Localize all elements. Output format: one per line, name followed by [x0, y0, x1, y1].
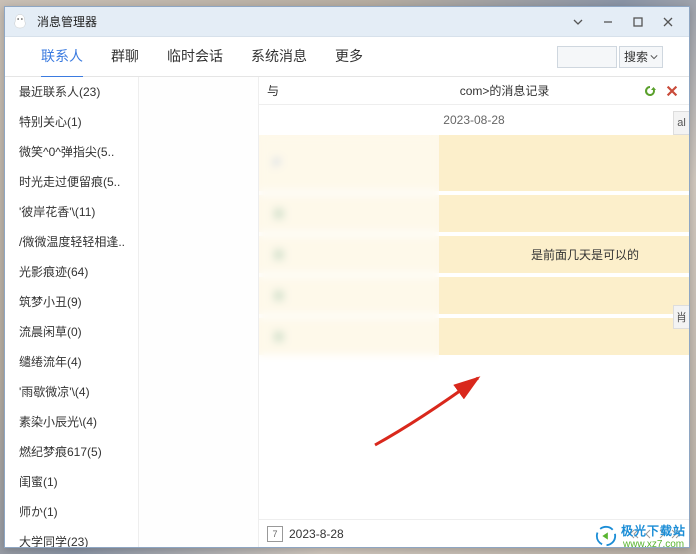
tab-more[interactable]: 更多	[335, 36, 363, 78]
message-row[interactable]: 故	[259, 318, 689, 355]
maximize-button[interactable]	[623, 12, 653, 32]
chat-header-prefix: 与	[267, 84, 279, 98]
sidebar-item[interactable]: 筑梦小丑(9)	[5, 287, 138, 317]
calendar-icon[interactable]: 7	[267, 526, 283, 542]
sidebar-item[interactable]: 燃纪梦痕617(5)	[5, 437, 138, 467]
close-button[interactable]	[653, 12, 683, 32]
message-manager-window: 消息管理器 联系人 群聊 临时会话 系统消息 更多 搜索 最近联系人(23)特别…	[4, 6, 690, 548]
delete-icon[interactable]	[663, 82, 681, 100]
footer-date: 2023-8-28	[289, 527, 344, 541]
sidebar-item[interactable]: 素染小辰光\(4)	[5, 407, 138, 437]
sidebar-item[interactable]: '雨歇微凉'\(4)	[5, 377, 138, 407]
sidebar-item[interactable]: 光影痕迹(64)	[5, 257, 138, 287]
messages-list: P故故是前面几天是可以的故故	[259, 135, 689, 519]
tabbar: 联系人 群聊 临时会话 系统消息 更多 搜索	[5, 37, 689, 77]
search-button-label: 搜索	[624, 48, 648, 65]
message-row[interactable]: 故 是前面几天是可以的	[259, 236, 689, 273]
minimize-button[interactable]	[593, 12, 623, 32]
watermark-text-cn: 极光下载站	[621, 522, 686, 539]
sidebar-item[interactable]: 微笑^0^弹指尖(5..	[5, 137, 138, 167]
chat-header-suffix: com>的消息记录	[460, 84, 550, 98]
chat-date-divider: 2023-08-28	[259, 105, 689, 135]
titlebar: 消息管理器	[5, 7, 689, 37]
message-row[interactable]: 故	[259, 195, 689, 232]
message-sender: 故	[273, 246, 285, 263]
category-sidebar[interactable]: 最近联系人(23)特别关心(1)微笑^0^弹指尖(5..时光走过便留痕(5..'…	[5, 77, 139, 547]
app-icon	[11, 13, 29, 31]
window-title: 消息管理器	[37, 13, 563, 30]
sidebar-item[interactable]: 缱绻流年(4)	[5, 347, 138, 377]
refresh-icon[interactable]	[641, 82, 659, 100]
search-button[interactable]: 搜索	[619, 46, 663, 68]
sidebar-item[interactable]: 流晨闲草(0)	[5, 317, 138, 347]
search-input[interactable]	[557, 46, 617, 68]
sidebar-item[interactable]: 师か(1)	[5, 497, 138, 527]
message-body: 是前面几天是可以的	[531, 246, 679, 263]
sidebar-item[interactable]: 时光走过便留痕(5..	[5, 167, 138, 197]
sidebar-item[interactable]: 特别关心(1)	[5, 107, 138, 137]
chat-header-text: 与 xxxxxxxxxxxxxxxxxxxxxxxxxxxxx com>的消息记…	[267, 82, 637, 99]
chat-header: 与 xxxxxxxxxxxxxxxxxxxxxxxxxxxxx com>的消息记…	[259, 77, 689, 105]
tab-system-msgs[interactable]: 系统消息	[251, 36, 307, 78]
message-sender: 故	[273, 328, 285, 345]
search-area: 搜索	[557, 46, 663, 68]
message-sender: 故	[273, 287, 285, 304]
edge-tab-top[interactable]: al	[673, 111, 689, 135]
watermark: 极光下载站 www.xz7.com	[595, 522, 686, 550]
tab-groups[interactable]: 群聊	[111, 36, 139, 78]
tab-contacts[interactable]: 联系人	[41, 36, 83, 78]
sidebar-item[interactable]: '彼岸花香'\(11)	[5, 197, 138, 227]
chat-panel: 与 xxxxxxxxxxxxxxxxxxxxxxxxxxxxx com>的消息记…	[259, 77, 689, 547]
message-sender: 故	[273, 205, 285, 222]
sidebar-item[interactable]: /微微温度轻轻相逢..	[5, 227, 138, 257]
tab-temp-sessions[interactable]: 临时会话	[167, 36, 223, 78]
content-area: 最近联系人(23)特别关心(1)微笑^0^弹指尖(5..时光走过便留痕(5..'…	[5, 77, 689, 547]
settings-dropdown-button[interactable]	[563, 12, 593, 32]
tabs: 联系人 群聊 临时会话 系统消息 更多	[41, 36, 363, 78]
sidebar-item[interactable]: 最近联系人(23)	[5, 77, 138, 107]
edge-tab-bottom[interactable]: 肖	[673, 305, 689, 329]
message-sender: P	[273, 156, 281, 170]
message-row[interactable]: 故	[259, 277, 689, 314]
watermark-text-en: www.xz7.com	[623, 539, 686, 550]
sidebar-item[interactable]: 闺蜜(1)	[5, 467, 138, 497]
watermark-logo-icon	[595, 525, 617, 547]
message-row[interactable]: P	[259, 135, 689, 191]
sidebar-item[interactable]: 大学同学(23)	[5, 527, 138, 547]
contact-sublist[interactable]	[139, 77, 259, 547]
